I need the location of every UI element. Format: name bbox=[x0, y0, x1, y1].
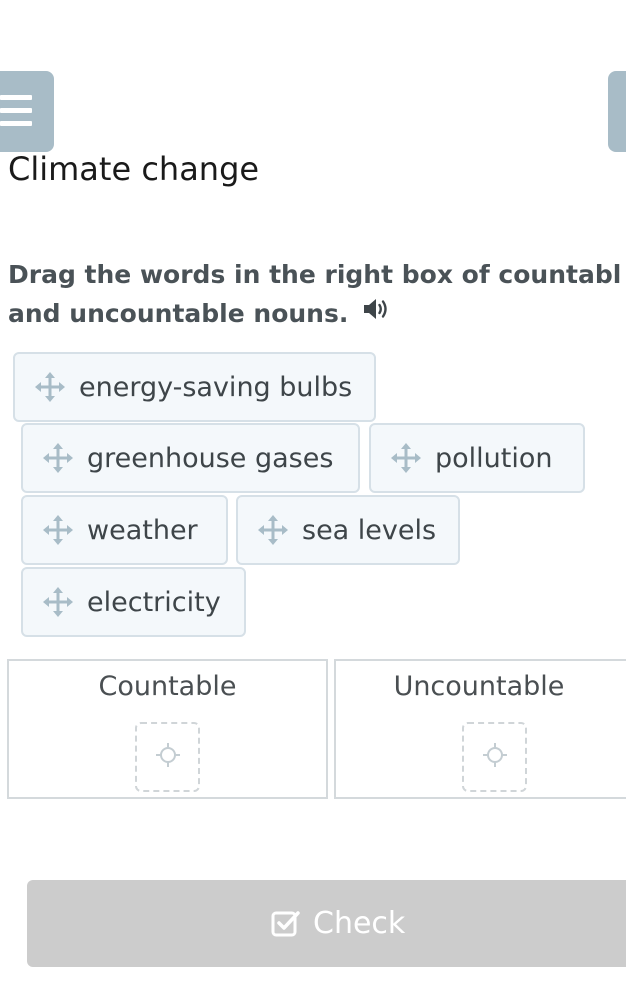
drop-slot[interactable] bbox=[462, 722, 527, 792]
page-title: Climate change bbox=[8, 150, 260, 188]
word-label: pollution bbox=[435, 442, 553, 474]
word-chip[interactable]: sea levels bbox=[236, 495, 460, 565]
dropzone-label: Countable bbox=[98, 671, 237, 702]
move-arrows-icon bbox=[35, 372, 65, 402]
word-chip[interactable]: greenhouse gases bbox=[21, 423, 360, 493]
instruction-text: Drag the words in the right box of count… bbox=[8, 255, 626, 333]
dropzone-label: Uncountable bbox=[393, 671, 565, 702]
word-label: weather bbox=[87, 514, 198, 546]
word-chip[interactable]: pollution bbox=[369, 423, 585, 493]
word-label: greenhouse gases bbox=[87, 442, 334, 474]
hamburger-icon-bar bbox=[0, 121, 32, 126]
word-label: sea levels bbox=[302, 514, 437, 546]
side-panel-button[interactable] bbox=[608, 71, 626, 152]
drop-slot[interactable] bbox=[135, 722, 200, 792]
word-label: electricity bbox=[87, 586, 221, 618]
check-button[interactable]: Check bbox=[27, 880, 626, 967]
move-arrows-icon bbox=[391, 443, 421, 473]
move-arrows-icon bbox=[43, 587, 73, 617]
move-arrows-icon bbox=[43, 443, 73, 473]
check-label: Check bbox=[313, 906, 406, 941]
move-arrows-icon bbox=[258, 515, 288, 545]
instruction-line-1: Drag the words in the right box of count… bbox=[8, 260, 622, 289]
move-arrows-icon bbox=[43, 515, 73, 545]
target-crosshair-icon bbox=[155, 742, 181, 772]
dropzone-uncountable[interactable]: Uncountable bbox=[334, 659, 626, 799]
word-label: energy-saving bulbs bbox=[79, 371, 353, 403]
checkbox-check-icon bbox=[271, 909, 301, 939]
dropzone-countable[interactable]: Countable bbox=[7, 659, 328, 799]
hamburger-icon-bar bbox=[0, 108, 32, 113]
speaker-icon[interactable] bbox=[362, 294, 390, 333]
instruction-line-2: and uncountable nouns. bbox=[8, 299, 349, 328]
target-crosshair-icon bbox=[482, 742, 508, 772]
hamburger-icon-bar bbox=[0, 95, 32, 100]
word-chip[interactable]: weather bbox=[21, 495, 228, 565]
menu-button[interactable] bbox=[0, 71, 54, 152]
word-chip[interactable]: energy-saving bulbs bbox=[13, 352, 376, 422]
word-chip[interactable]: electricity bbox=[21, 567, 246, 637]
